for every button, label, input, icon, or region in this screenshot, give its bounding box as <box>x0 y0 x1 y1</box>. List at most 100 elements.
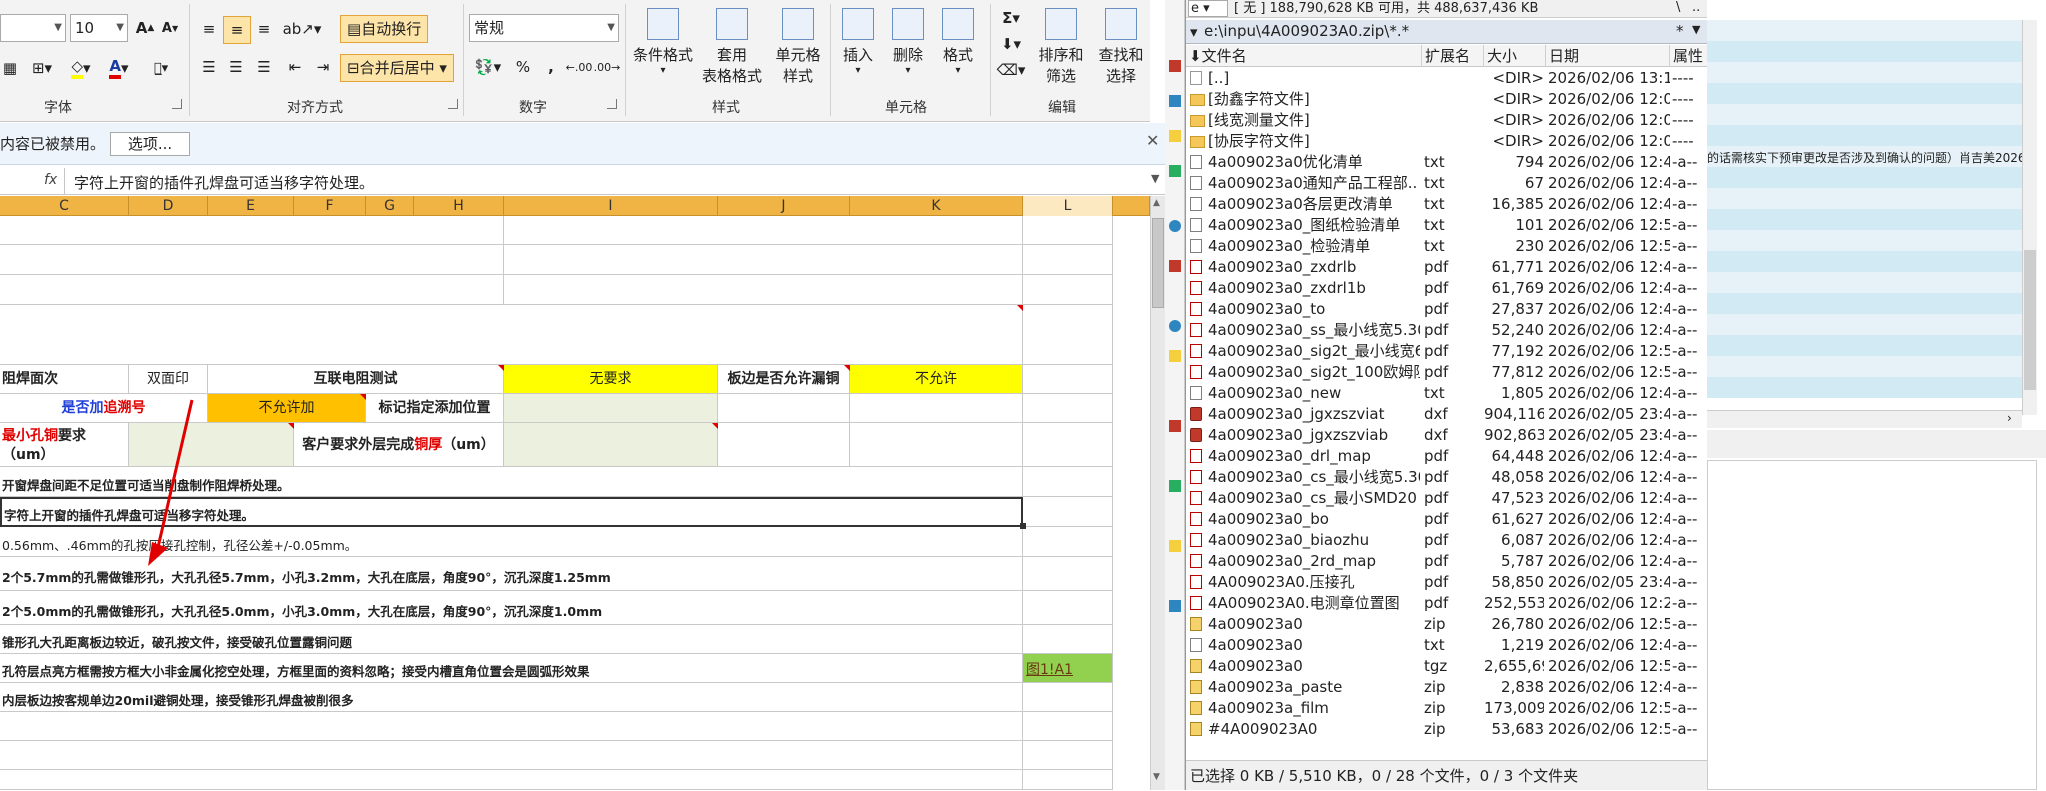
file-row[interactable]: [..] <DIR> 2026/02/06 13:17 ---- <box>1186 68 1708 89</box>
grid-cell[interactable] <box>718 394 850 423</box>
file-row[interactable]: 4a009023a0_zxdrl1b pdf 61,769 2026/02/06 12… <box>1186 278 1708 299</box>
column-date-header[interactable]: 日期 <box>1546 45 1670 67</box>
font-color-button[interactable]: A ▾ <box>104 54 134 82</box>
format-as-table-button[interactable]: 套用 表格格式 <box>696 8 768 92</box>
grid-cell[interactable] <box>1023 741 1113 770</box>
column-header-g[interactable]: G <box>366 196 414 216</box>
text-area[interactable] <box>1707 460 2037 790</box>
grid-cell[interactable] <box>850 394 1023 423</box>
align-middle-icon[interactable]: ≡ <box>223 16 251 44</box>
grid-cell[interactable] <box>1023 305 1113 365</box>
grid-cell[interactable] <box>0 245 504 275</box>
cell-not-allowed[interactable]: 不允许 <box>850 365 1023 394</box>
grid-cell[interactable] <box>718 423 850 467</box>
grid-cell[interactable] <box>0 712 1023 741</box>
grid-cell[interactable] <box>1023 557 1113 591</box>
right-vertical-scrollbar[interactable] <box>2022 20 2037 415</box>
column-ext-header[interactable]: 扩展名 <box>1422 45 1484 67</box>
grid-cell[interactable] <box>0 275 504 305</box>
file-row[interactable]: 4a009023a0_ss_最小线宽5.300 pdf 52,240 2026/02/… <box>1186 320 1708 341</box>
orientation-icon[interactable]: ab↗▾ <box>283 16 322 42</box>
sort-filter-button[interactable]: 排序和 筛选 <box>1030 8 1092 92</box>
toolbar-icon[interactable] <box>1169 60 1181 72</box>
grid-cell[interactable] <box>1023 683 1113 712</box>
cell-not-allowed-add[interactable]: 不允许加 <box>208 394 366 423</box>
scroll-thumb[interactable] <box>1152 218 1164 308</box>
grid-cell[interactable] <box>1023 275 1113 305</box>
cell-edge-copper-question[interactable]: 板边是否允许漏铜 <box>718 365 850 394</box>
column-header-j[interactable]: J <box>718 196 850 216</box>
right-horizontal-scrollbar[interactable]: › <box>1707 410 2022 428</box>
cell-double-print[interactable]: 双面印 <box>129 365 208 394</box>
scroll-right-icon[interactable]: › <box>2007 411 2012 425</box>
cell-outer-copper-thickness[interactable]: 客户要求外层完成铜厚（um） <box>294 423 504 467</box>
merge-center-button[interactable]: ⊟合并后居中 ▾ <box>340 54 454 82</box>
fill-color-button[interactable]: ◇ ▾ <box>66 54 96 82</box>
comment-marker[interactable] <box>1017 305 1023 311</box>
conditional-format-button[interactable]: 条件格式 ▾ <box>630 8 696 92</box>
comment-marker[interactable] <box>360 394 366 400</box>
file-row[interactable]: 4a009023a0_cs_最小线宽5.300 pdf 48,058 2026/02/… <box>1186 467 1708 488</box>
grid-cell[interactable] <box>1023 625 1113 654</box>
grid-cell[interactable] <box>1023 712 1113 741</box>
comment-marker[interactable] <box>712 423 718 429</box>
comment-marker[interactable] <box>498 365 504 371</box>
decrease-indent-icon[interactable]: ⇤ <box>282 54 308 80</box>
column-header-d[interactable]: D <box>129 196 208 216</box>
toolbar-icon[interactable] <box>1169 420 1181 432</box>
grid-cell[interactable] <box>504 423 718 467</box>
toolbar-icon[interactable] <box>1169 350 1181 362</box>
currency-button[interactable]: 💱▾ <box>471 54 505 80</box>
file-row[interactable]: 4a009023a0 txt 1,219 2026/02/06 12:45 -a-- <box>1186 635 1708 656</box>
grid-cell[interactable] <box>1023 770 1113 790</box>
align-right-icon[interactable]: ☰ <box>251 54 277 80</box>
increase-decimal-button[interactable]: ← .00 <box>566 54 593 80</box>
toolbar-icon[interactable] <box>1169 480 1181 492</box>
font-dialog-launcher[interactable] <box>172 99 182 109</box>
column-header-c[interactable]: C <box>0 196 129 216</box>
options-button[interactable]: 选项... <box>110 132 190 156</box>
file-row[interactable]: 4A009023A0.压接孔 pdf 58,850 2026/02/05 23:46-… <box>1186 572 1708 593</box>
grid-cell[interactable] <box>1023 591 1113 625</box>
file-row[interactable]: [线宽测量文件] <DIR> 2026/02/06 12:02 ---- <box>1186 110 1708 131</box>
align-top-icon[interactable]: ≡ <box>196 16 222 42</box>
file-row[interactable]: 4A009023A0.电测章位置图 pdf 252,553 2026/02/06 12… <box>1186 593 1708 614</box>
toolbar-icon[interactable] <box>1169 320 1181 332</box>
file-row[interactable]: #4A009023A0 zip 53,683 2026/02/06 12:57 -a-- <box>1186 719 1708 740</box>
column-size-header[interactable]: 大小 <box>1484 45 1546 67</box>
toolbar-icon[interactable] <box>1169 260 1181 272</box>
path-dropdown-icon[interactable]: ▾ <box>1190 23 1198 41</box>
close-icon[interactable]: ✕ <box>1146 131 1159 150</box>
format-button[interactable]: 格式 ▾ <box>936 8 980 92</box>
history-dropdown-icon[interactable]: ▼ <box>1692 23 1700 36</box>
grid-cell[interactable] <box>1023 497 1113 527</box>
note-row[interactable]: 孔符层点亮方框需按方框大小非金属化挖空处理，方框里面的资料忽略；接受内槽直角位置… <box>0 654 1023 683</box>
column-header-k[interactable]: K <box>850 196 1023 216</box>
decrease-decimal-button[interactable]: .00 → <box>594 54 621 80</box>
scroll-thumb[interactable] <box>2024 250 2036 390</box>
file-row[interactable]: 4a009023a0_2rd_map pdf 5,787 2026/02/06 12:… <box>1186 551 1708 572</box>
toolbar-icon[interactable] <box>1169 600 1181 612</box>
phonetic-button[interactable]: 文̲▾ <box>144 54 178 82</box>
column-header-e[interactable]: E <box>208 196 294 216</box>
toolbar-icon[interactable] <box>1169 220 1181 232</box>
file-row[interactable]: 4a009023a0_jgxzszviab dxf 902,863 2026/02/0… <box>1186 425 1708 446</box>
parent-dir-icon[interactable]: .. <box>1692 0 1700 15</box>
scroll-down-icon[interactable]: ▼ <box>1153 772 1163 786</box>
grid-cell[interactable] <box>1023 216 1113 245</box>
grid-cell[interactable] <box>850 423 1023 467</box>
number-format-combo[interactable]: 常规 ▼ <box>469 14 619 42</box>
star-icon[interactable]: * <box>1676 22 1684 40</box>
formula-expand-icon[interactable]: ▼ <box>1151 172 1159 185</box>
column-header-f[interactable]: F <box>294 196 366 216</box>
fill-handle[interactable] <box>1020 523 1026 529</box>
grid-cell[interactable] <box>1023 467 1113 497</box>
grid-cell[interactable] <box>1023 245 1113 275</box>
root-dir-icon[interactable]: \ <box>1676 0 1680 15</box>
font-name-combo[interactable]: ▼ <box>0 14 66 42</box>
file-row[interactable]: 4a009023a0_jgxzszviat dxf 904,116 2026/02/0… <box>1186 404 1708 425</box>
toolbar-icon[interactable] <box>1169 95 1181 107</box>
file-row[interactable]: 4a009023a0_图纸检验清单 txt 101 2026/02/06 12:54-… <box>1186 215 1708 236</box>
increase-indent-icon[interactable]: ⇥ <box>310 54 336 80</box>
file-row[interactable]: 4a009023a0_drl_map pdf 64,448 2026/02/06 12… <box>1186 446 1708 467</box>
